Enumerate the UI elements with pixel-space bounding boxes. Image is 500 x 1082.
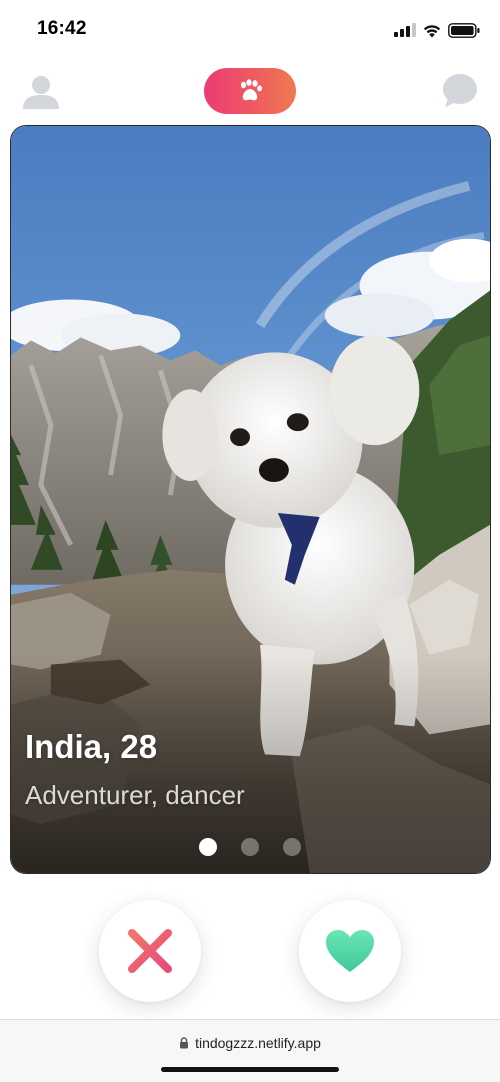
profile-card[interactable]: India, 28 Adventurer, dancer (10, 125, 491, 874)
lock-icon (180, 1037, 189, 1049)
battery-icon (448, 22, 480, 38)
photo-dot-2[interactable] (241, 838, 259, 856)
user-profile-icon (23, 76, 59, 109)
status-icons (394, 20, 480, 40)
profile-name-age: India, 28 (25, 728, 158, 765)
profile-button[interactable] (21, 71, 61, 111)
profile-bio: Adventurer, dancer (25, 780, 245, 810)
swipe-home-button[interactable] (204, 68, 296, 114)
cellular-signal-icon (394, 23, 416, 37)
photo-dot-1[interactable] (199, 838, 217, 856)
x-icon (128, 929, 172, 973)
url-text: tindogzzz.netlify.app (195, 1035, 321, 1051)
browser-bar: tindogzzz.netlify.app (0, 1019, 500, 1082)
wifi-icon (423, 24, 441, 37)
status-time: 16:42 (37, 18, 87, 39)
home-indicator[interactable] (161, 1067, 339, 1072)
photo-pagination (199, 838, 301, 856)
status-bar: 16:42 (0, 0, 500, 58)
chat-bubble-icon (443, 74, 477, 108)
top-nav (0, 60, 500, 122)
address-bar[interactable]: tindogzzz.netlify.app (0, 1035, 500, 1051)
like-button[interactable] (299, 900, 401, 1002)
nope-button[interactable] (99, 900, 201, 1002)
messages-button[interactable] (440, 71, 480, 111)
photo-dot-3[interactable] (283, 838, 301, 856)
paw-icon (240, 79, 262, 101)
heart-icon (326, 930, 374, 972)
